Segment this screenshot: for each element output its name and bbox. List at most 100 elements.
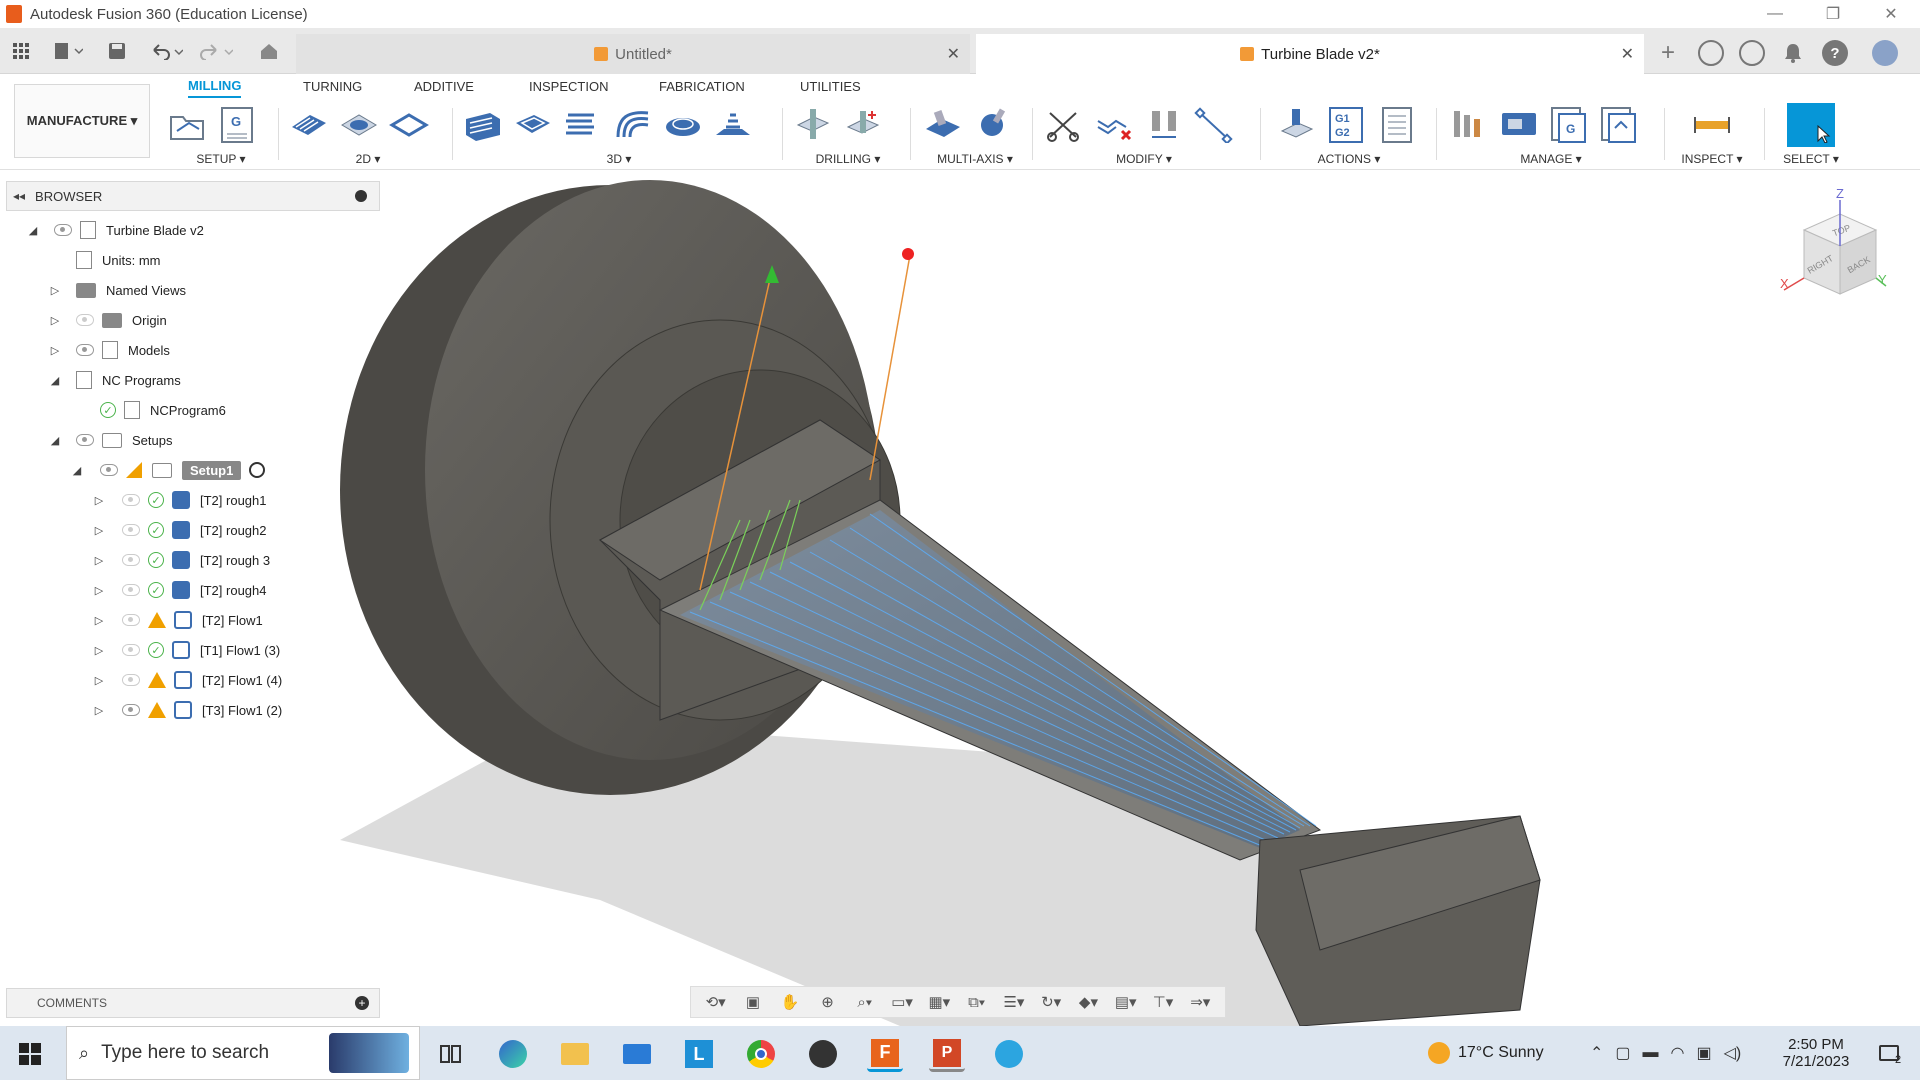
collapse-panel-icon[interactable]: ◂◂ (13, 189, 25, 203)
visibility-eye-icon[interactable] (122, 584, 140, 596)
swarf-icon[interactable] (922, 105, 964, 145)
expand-operation[interactable]: ▷ (92, 488, 106, 512)
renumber-tools-icon[interactable] (1144, 105, 1186, 145)
home-icon[interactable] (254, 36, 284, 66)
user-avatar[interactable] (1872, 40, 1898, 66)
sketch-app-icon[interactable] (805, 1036, 841, 1072)
visibility-eye-icon[interactable] (54, 224, 72, 236)
wifi-icon[interactable]: ◠ (1671, 1043, 1685, 1063)
group-label[interactable]: MANAGE ▾ (1448, 152, 1654, 166)
toolpath-trim-icon[interactable] (1044, 105, 1086, 145)
setup-sheet-icon[interactable] (1376, 105, 1418, 145)
add-comment-icon[interactable]: + (355, 996, 369, 1010)
parallel-icon[interactable] (712, 105, 754, 145)
select-cursor-icon[interactable] (1776, 103, 1846, 147)
comments-panel[interactable]: COMMENTS + (6, 988, 380, 1018)
simulate-icon[interactable] (1276, 105, 1318, 145)
pan-hand-icon[interactable]: ✋ (779, 993, 801, 1011)
tree-node-setups[interactable]: Setups (72, 428, 179, 452)
fusion-360-taskbar-icon[interactable]: F (867, 1036, 903, 1072)
expand-operation[interactable]: ▷ (92, 608, 106, 632)
tree-node-nc-programs[interactable]: NC Programs (72, 368, 187, 392)
collapse-triangle-icon[interactable]: ◢ (26, 223, 40, 237)
tree-node-root[interactable]: Turbine Blade v2 (50, 218, 210, 242)
fit-icon[interactable]: ⌕▾ (854, 993, 876, 1011)
visibility-eye-icon[interactable] (122, 614, 140, 626)
look-at-icon[interactable]: ▣ (742, 993, 764, 1011)
job-status-icon[interactable] (1739, 40, 1765, 66)
2d-pocket-icon[interactable] (338, 105, 380, 145)
tab-utilities[interactable]: UTILITIES (800, 74, 861, 98)
new-setup-icon[interactable] (166, 105, 208, 145)
multi-axis-contour-icon[interactable] (972, 105, 1014, 145)
expand-models[interactable]: ▷ (48, 338, 62, 362)
undo-icon[interactable] (146, 36, 186, 66)
group-label[interactable]: 2D ▾ (288, 152, 448, 166)
mail-icon[interactable] (619, 1036, 655, 1072)
visibility-eye-icon[interactable] (122, 674, 140, 686)
visibility-eye-icon[interactable] (76, 314, 94, 326)
grid-settings-icon[interactable]: ▦▾ (928, 993, 950, 1011)
collapse-nc-programs[interactable]: ◢ (48, 368, 62, 392)
template-library-icon[interactable] (1598, 105, 1640, 145)
tree-node-origin[interactable]: Origin (72, 308, 173, 332)
group-label[interactable]: SETUP ▾ (166, 152, 276, 166)
hole-recognition-icon[interactable] (842, 105, 884, 145)
group-label[interactable]: SELECT ▾ (1776, 152, 1846, 166)
workspace-switcher[interactable]: MANUFACTURE ▾ (14, 84, 150, 158)
file-explorer-icon[interactable] (557, 1036, 593, 1072)
minimize-button[interactable]: — (1746, 0, 1804, 28)
machine-library-icon[interactable] (1498, 105, 1540, 145)
scallop-icon[interactable] (612, 105, 654, 145)
expand-operation[interactable]: ▷ (92, 518, 106, 542)
weather-widget[interactable]: 17°C Sunny (1428, 1026, 1544, 1080)
tree-node-root[interactable]: ◢ (26, 218, 40, 242)
display-settings-icon[interactable]: ▭▾ (891, 993, 913, 1011)
tab-inspection[interactable]: INSPECTION (529, 74, 608, 98)
group-label[interactable]: ACTIONS ▾ (1276, 152, 1422, 166)
expand-operation[interactable]: ▷ (92, 698, 106, 722)
tree-node-operation[interactable]: ✓ [T2] rough4 (118, 578, 273, 602)
2d-adaptive-icon[interactable] (288, 105, 330, 145)
tab-turbine-blade[interactable]: Turbine Blade v2* ✕ (976, 34, 1644, 74)
delete-toolpath-icon[interactable] (1094, 105, 1136, 145)
expand-named-views[interactable]: ▷ (48, 278, 62, 302)
tree-node-operation[interactable]: ✓ [T2] rough2 (118, 518, 273, 542)
measure-icon[interactable] (1676, 105, 1748, 145)
group-label[interactable]: MODIFY ▾ (1044, 152, 1244, 166)
edge-browser-icon[interactable] (495, 1036, 531, 1072)
adaptive-clearing-icon[interactable] (462, 105, 504, 145)
group-label[interactable]: INSPECT ▾ (1676, 152, 1748, 166)
extensions-icon[interactable] (1698, 40, 1724, 66)
toolpath-display-icon[interactable]: ↻▾ (1040, 993, 1062, 1011)
meet-now-icon[interactable]: ▢ (1615, 1043, 1630, 1063)
tree-node-named-views[interactable]: Named Views (72, 278, 192, 302)
task-view-icon[interactable] (432, 1036, 468, 1072)
redo-icon[interactable] (196, 36, 236, 66)
tool-display-icon[interactable]: ⊤▾ (1152, 993, 1174, 1011)
tree-node-operation[interactable]: [T2] Flow1 (4) (118, 668, 289, 692)
expand-origin[interactable]: ▷ (48, 308, 62, 332)
clock[interactable]: 2:50 PM 7/21/2023 (1776, 1026, 1856, 1080)
notification-center[interactable]: 2 (1870, 1026, 1910, 1080)
collapse-setup1[interactable]: ◢ (70, 458, 84, 482)
windows-start-icon[interactable] (12, 1036, 48, 1072)
tab-additive[interactable]: ADDITIVE (414, 74, 474, 98)
tree-node-models[interactable]: Models (72, 338, 176, 362)
drill-icon[interactable] (792, 105, 834, 145)
post-library-icon[interactable]: G (1548, 105, 1590, 145)
close-tab-icon[interactable]: ✕ (1621, 44, 1634, 64)
visibility-eye-icon[interactable] (122, 524, 140, 536)
visibility-eye-icon[interactable] (76, 344, 94, 356)
expand-operation[interactable]: ▷ (92, 668, 106, 692)
visibility-eye-icon[interactable] (122, 704, 140, 716)
expand-operation[interactable]: ▷ (92, 578, 106, 602)
activate-setup-icon[interactable] (249, 462, 266, 478)
show-hidden-icons-icon[interactable]: ⌃ (1590, 1043, 1603, 1063)
tree-node-ncprogram6[interactable]: ✓ NCProgram6 (96, 398, 232, 422)
tab-milling[interactable]: MILLING (188, 74, 242, 98)
camera-icon[interactable]: ▤▾ (1115, 993, 1137, 1011)
visibility-eye-icon[interactable] (122, 644, 140, 656)
orbit-icon[interactable]: ⟲▾ (705, 993, 727, 1011)
tab-untitled[interactable]: Untitled* ✕ (296, 34, 970, 74)
